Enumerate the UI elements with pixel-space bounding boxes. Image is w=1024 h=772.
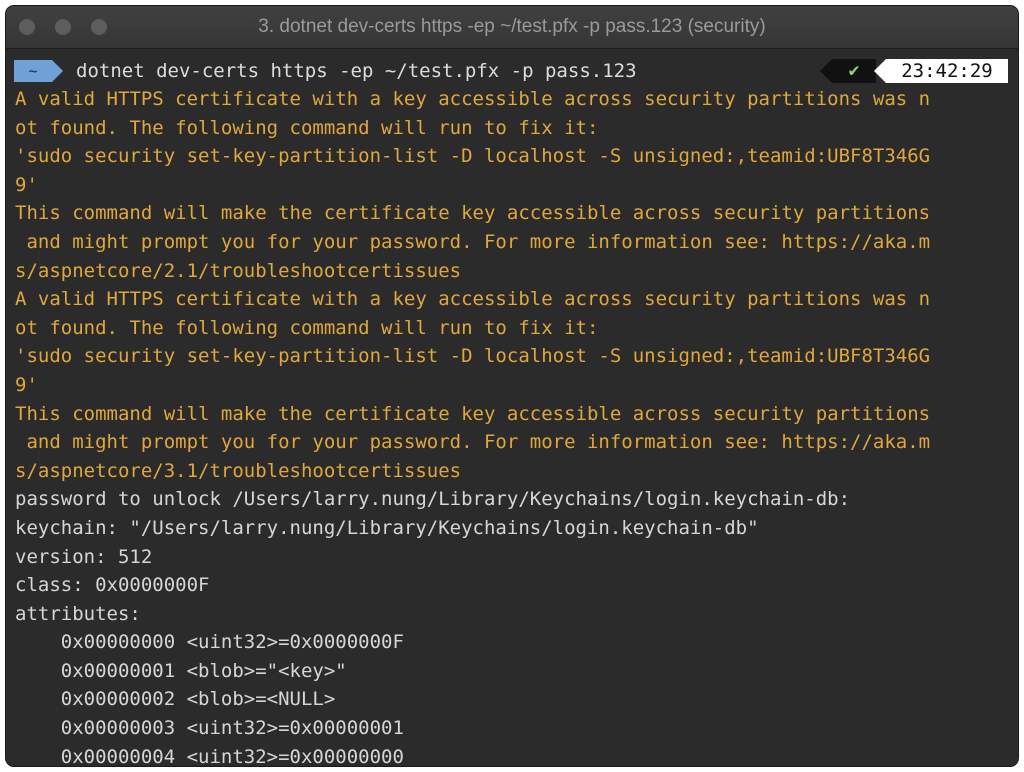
output-line: keychain: "/Users/larry.nung/Library/Key…	[15, 516, 759, 539]
output-line: version: 512	[15, 545, 153, 568]
output-line: s/aspnetcore/2.1/troubleshootcertissues	[15, 259, 462, 282]
output-line: 0x00000004 <uint32>=0x00000000	[15, 745, 404, 766]
terminal-window: 3. dotnet dev-certs https -ep ~/test.pfx…	[6, 6, 1018, 766]
output-line: 0x00000001 <blob>="<key>"	[15, 659, 347, 682]
check-icon: ✔	[820, 59, 876, 83]
output-line: class: 0x0000000F	[15, 574, 210, 597]
terminal-output[interactable]: A valid HTTPS certificate with a key acc…	[15, 85, 1011, 766]
output-line: A valid HTTPS certificate with a key acc…	[15, 288, 931, 311]
output-line: 'sudo security set-key-partition-list -D…	[15, 345, 931, 368]
output-line: This command will make the certificate k…	[15, 202, 931, 225]
output-line: 9'	[15, 173, 38, 196]
maximize-window-button[interactable]	[91, 19, 107, 35]
output-line: attributes:	[15, 602, 141, 625]
prompt-line: ~ dotnet dev-certs https -ep ~/test.pfx …	[14, 58, 1010, 84]
output-line: and might prompt you for your password. …	[15, 431, 931, 454]
output-line: 9'	[15, 373, 38, 396]
output-line: This command will make the certificate k…	[15, 402, 931, 425]
output-line: and might prompt you for your password. …	[15, 230, 931, 253]
output-line: s/aspnetcore/3.1/troubleshootcertissues	[15, 459, 462, 482]
output-line: 0x00000000 <uint32>=0x0000000F	[15, 631, 404, 654]
prompt-command: dotnet dev-certs https -ep ~/test.pfx -p…	[76, 60, 637, 82]
output-line: 'sudo security set-key-partition-list -D…	[15, 145, 931, 168]
title-bar[interactable]: 3. dotnet dev-certs https -ep ~/test.pfx…	[6, 6, 1018, 49]
output-line: ot found. The following command will run…	[15, 116, 599, 139]
prompt-time: 23:42:29	[874, 59, 1008, 83]
output-line: password to unlock /Users/larry.nung/Lib…	[15, 488, 851, 511]
output-line: A valid HTTPS certificate with a key acc…	[15, 88, 931, 110]
close-window-button[interactable]	[19, 19, 35, 35]
prompt-directory-badge: ~	[14, 60, 63, 82]
output-line: 0x00000003 <uint32>=0x00000001	[15, 717, 404, 740]
window-title: 3. dotnet dev-certs https -ep ~/test.pfx…	[258, 16, 766, 37]
minimize-window-button[interactable]	[55, 19, 71, 35]
output-line: 0x00000002 <blob>=<NULL>	[15, 688, 336, 711]
output-line: ot found. The following command will run…	[15, 316, 599, 339]
